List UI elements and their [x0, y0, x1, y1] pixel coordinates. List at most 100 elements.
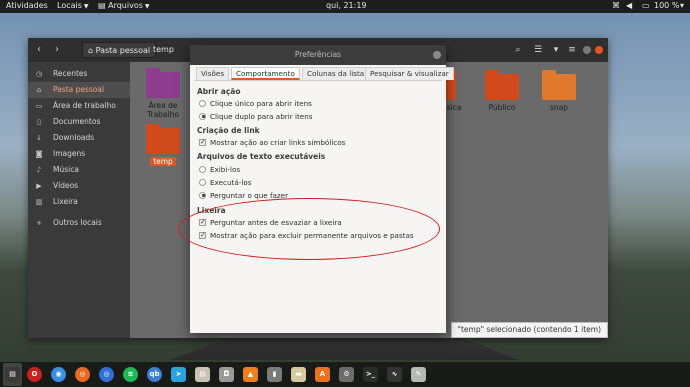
option-label: Clique duplo para abrir itens [210, 112, 313, 121]
tab-list-columns[interactable]: Colunas da lista [302, 67, 370, 80]
forward-button[interactable]: › [50, 43, 64, 57]
tab-bar: Visões Comportamento Colunas da lista Pe… [194, 67, 454, 81]
back-button[interactable]: ‹ [32, 43, 46, 57]
folder-desktop[interactable]: Área de Trabalho [133, 68, 193, 119]
view-list-icon[interactable]: ☰ [530, 42, 546, 58]
sidebar-item-label: Imagens [53, 149, 86, 158]
checkbox-checked [199, 137, 206, 148]
radio-button-selected [199, 112, 206, 120]
home-icon: ⌂ [36, 86, 42, 94]
dialog-close-button[interactable] [433, 51, 441, 59]
highlight-ellipse [178, 198, 440, 260]
vlc-icon[interactable]: ▲ [243, 367, 258, 382]
firefox-icon[interactable]: ◎ [75, 367, 90, 382]
sidebar-item-downloads[interactable]: ↓ Downloads [28, 130, 130, 146]
home-icon: ⌂ [88, 46, 94, 55]
tab-behavior[interactable]: Comportamento [231, 67, 300, 80]
terminal-icon[interactable]: >_ [363, 367, 378, 382]
folder-temp[interactable]: temp [133, 124, 193, 166]
update-icon[interactable]: ✎ [411, 367, 426, 382]
sidebar-item-desktop[interactable]: ▭ Área de trabalho [28, 98, 130, 114]
chevron-down-icon: ▼ [83, 3, 89, 10]
sidebar-item-label: Documentos [53, 117, 101, 126]
sidebar-item-label: Área de trabalho [53, 101, 116, 110]
menu-icon[interactable]: ≡ [564, 42, 580, 58]
network-icon[interactable]: ⌘ [612, 1, 620, 10]
battery-percent: 100 % [654, 1, 680, 10]
radio-run[interactable]: Executá-los [199, 177, 251, 188]
sidebar-item-trash[interactable]: ▥ Lixeira [28, 194, 130, 210]
screenshot-icon[interactable]: ◘ [219, 367, 234, 382]
sidebar-item-recentes[interactable]: ◷ Recentes [28, 66, 130, 82]
close-button[interactable] [595, 46, 603, 54]
app-menu-files[interactable]: ▤ Arquivos ▼ [98, 1, 150, 10]
settings-icon[interactable]: ⚙ [339, 367, 354, 382]
minimize-button[interactable] [583, 46, 591, 54]
preferences-dialog: Preferências Visões Comportamento Coluna… [190, 45, 454, 333]
sidebar-item-videos[interactable]: ▶ Vídeos [28, 178, 130, 194]
folder-icon [146, 124, 180, 154]
spotify-icon[interactable]: ≋ [123, 367, 138, 382]
battery-icon[interactable]: ▭ [642, 1, 650, 10]
tab-views[interactable]: Visões [196, 67, 230, 80]
sidebar: ◷ Recentes ⌂ Pasta pessoal ▭ Área de trabal… [28, 62, 130, 338]
folder-snap[interactable]: snap [529, 70, 589, 112]
video-icon: ▶ [36, 182, 42, 190]
checkbox-show-create-link[interactable]: Mostrar ação ao criar links simbólicos [199, 137, 345, 148]
breadcrumb-home-label: Pasta pessoal [95, 46, 151, 55]
sidebar-item-label: Recentes [53, 69, 88, 78]
search-icon[interactable]: ⌕ [510, 42, 526, 58]
sidebar-item-documents[interactable]: ▯ Documentos [28, 114, 130, 130]
places-label: Locais [57, 1, 82, 10]
breadcrumb-temp[interactable]: temp [148, 42, 179, 58]
chevron-down-icon: ▼ [144, 3, 150, 10]
folder-public[interactable]: Público [472, 70, 532, 112]
sidebar-item-label: Música [53, 165, 79, 174]
sidebar-item-home[interactable]: ⌂ Pasta pessoal [28, 82, 130, 98]
view-options-icon[interactable]: ▾ [548, 42, 564, 58]
places-menu[interactable]: Locais ▼ [57, 1, 89, 10]
activities-button[interactable]: Atividades [6, 1, 48, 10]
section-link-creation: Criação de link [197, 126, 260, 135]
clock-icon: ◷ [35, 70, 43, 78]
document-icon: ▯ [37, 118, 41, 126]
radio-button [199, 99, 206, 107]
option-label: Executá-los [210, 178, 252, 187]
firefox-dev-icon[interactable]: ◎ [99, 367, 114, 382]
opera-icon[interactable]: O [27, 367, 42, 382]
tab-search-preview[interactable]: Pesquisar & visualizar [365, 67, 454, 80]
radio-single-click[interactable]: Clique único para abrir itens [199, 98, 312, 109]
radio-button [199, 178, 206, 186]
section-executable-text: Arquivos de texto executáveis [197, 152, 326, 161]
breadcrumb-home[interactable]: ⌂ Pasta pessoal [82, 42, 157, 58]
folder-label: Público [488, 103, 516, 112]
clock[interactable]: qui, 21:19 [326, 1, 367, 10]
telegram-icon[interactable]: ➤ [171, 367, 186, 382]
music-icon: ♪ [36, 166, 42, 174]
sidebar-item-other-locations[interactable]: + Outros locais [28, 215, 130, 231]
plus-icon: + [36, 219, 42, 227]
notes-icon[interactable]: ▬ [291, 367, 306, 382]
sidebar-item-pictures[interactable]: ◙ Imagens [28, 146, 130, 162]
app-grid-icon[interactable]: ▤ [5, 367, 20, 382]
qbittorrent-icon[interactable]: qb [147, 367, 162, 382]
download-icon: ↓ [36, 134, 42, 142]
system-monitor-icon[interactable]: ∿ [387, 367, 402, 382]
radio-double-click[interactable]: Clique duplo para abrir itens [199, 111, 313, 122]
files-icon[interactable]: ▤ [195, 367, 210, 382]
sidebar-item-label: Downloads [53, 133, 95, 142]
sidebar-item-music[interactable]: ♪ Música [28, 162, 130, 178]
usb-icon[interactable]: ▮ [267, 367, 282, 382]
desktop-icon: ▭ [35, 102, 43, 110]
folder-icon [542, 70, 576, 100]
sidebar-item-label: Pasta pessoal [53, 85, 105, 94]
files-app-icon: ▤ [98, 1, 106, 10]
app-menu-label: Arquivos [108, 1, 143, 10]
sidebar-item-label: Outros locais [53, 218, 102, 227]
chrome-icon[interactable]: ◉ [51, 367, 66, 382]
option-label: Exibi-los [210, 165, 241, 174]
radio-display[interactable]: Exibi-los [199, 164, 240, 175]
volume-icon[interactable]: ◀ [626, 1, 632, 10]
software-icon[interactable]: A [315, 367, 330, 382]
system-menu-arrow[interactable]: ▾ [680, 1, 684, 10]
